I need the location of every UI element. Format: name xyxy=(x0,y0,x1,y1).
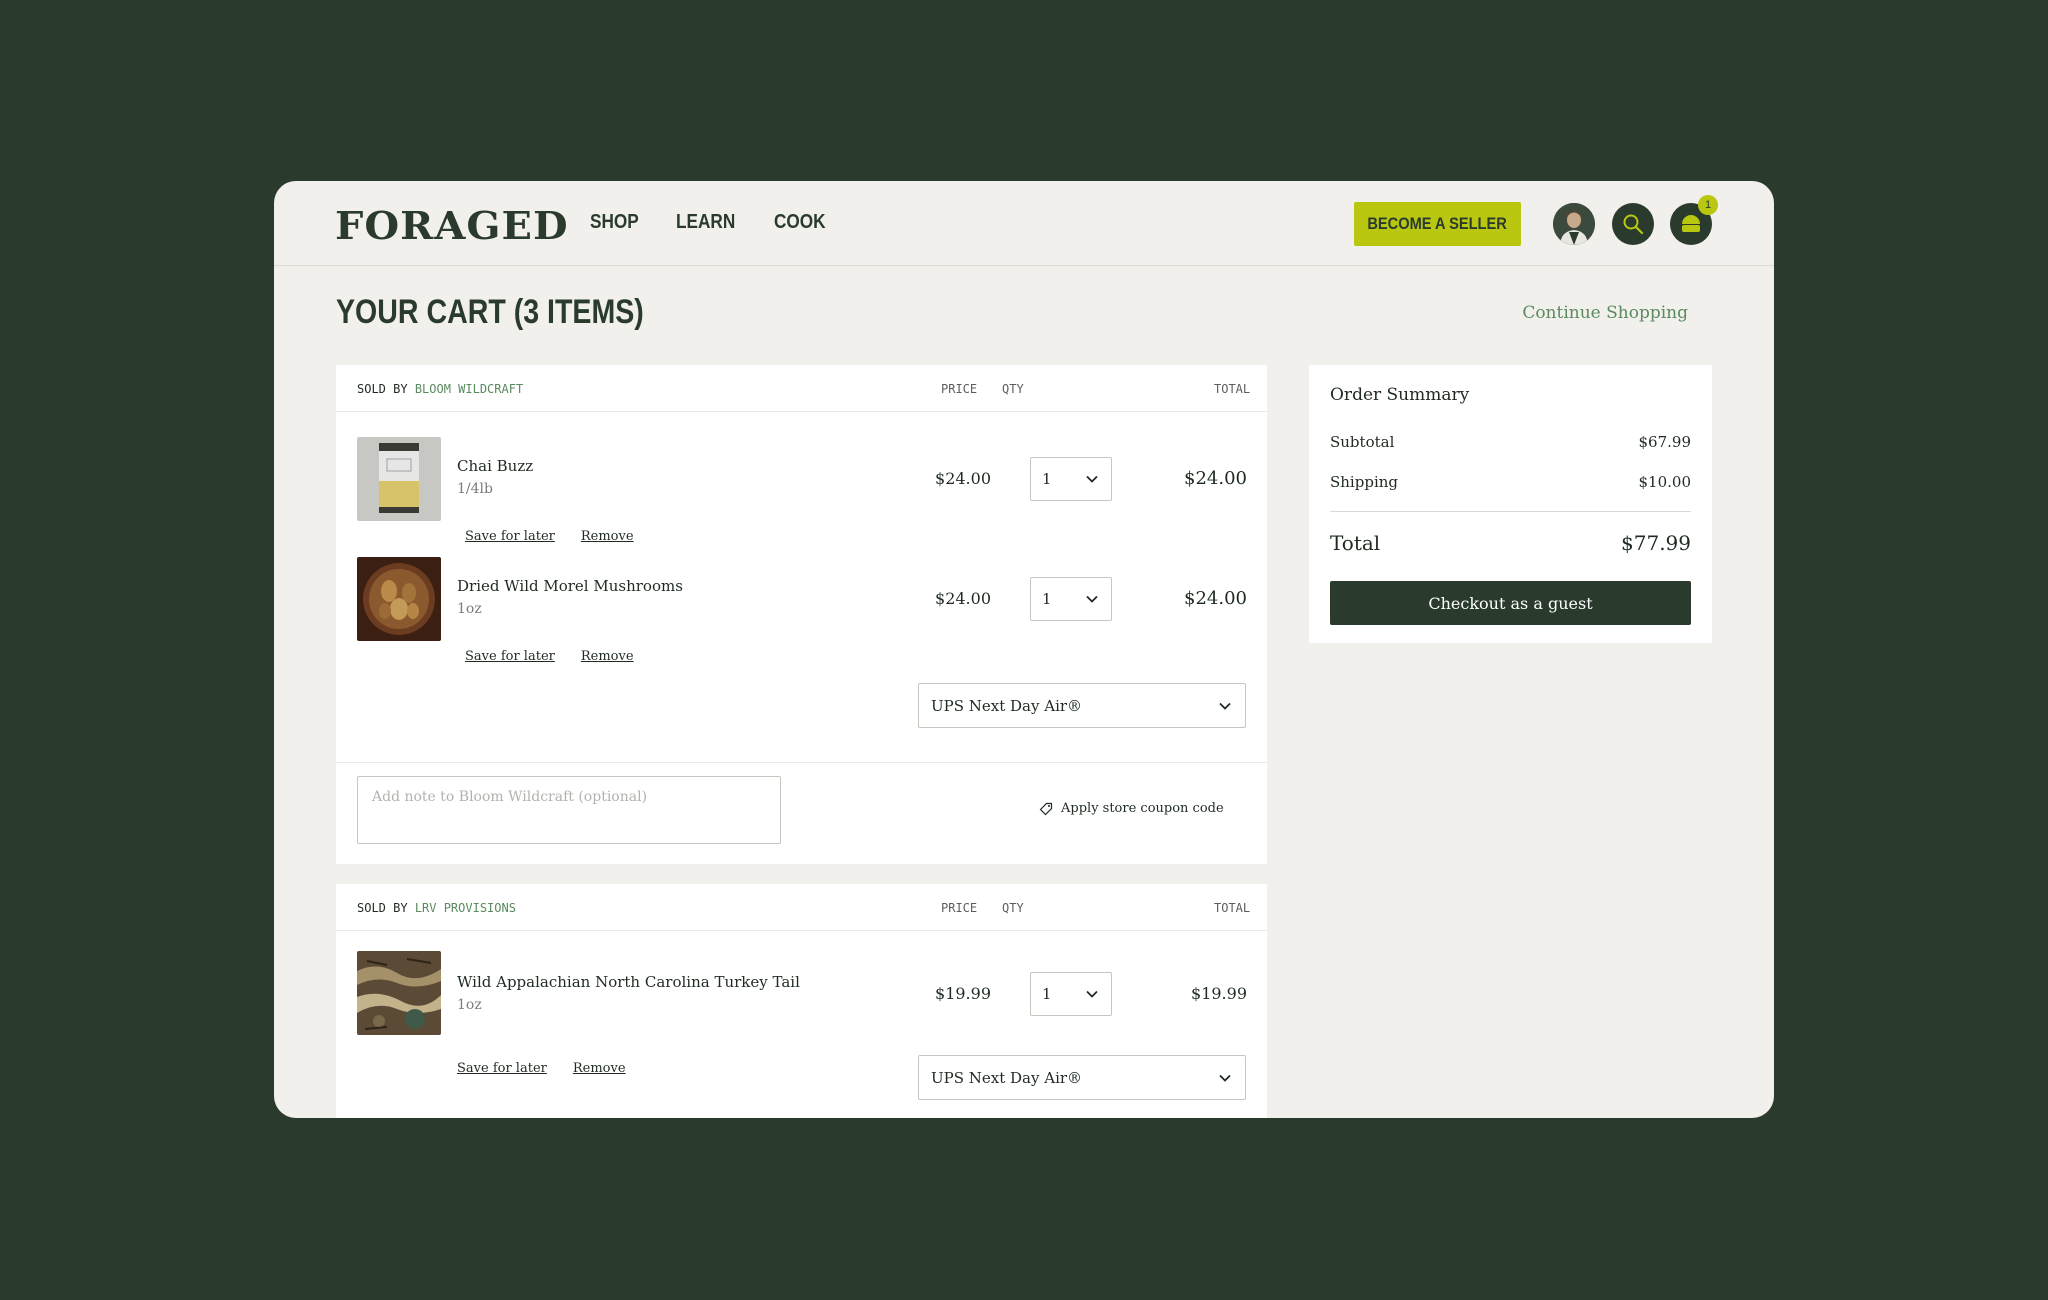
seller-name-link[interactable]: BLOOM WILDCRAFT xyxy=(415,382,523,396)
qty-column-header: QTY xyxy=(1002,382,1024,396)
become-seller-label: BECOME A SELLER xyxy=(1367,214,1508,233)
quantity-select[interactable]: 1 xyxy=(1030,972,1112,1016)
item-total: $24.00 xyxy=(1184,588,1247,609)
chevron-down-icon xyxy=(1086,990,1098,998)
user-avatar[interactable] xyxy=(1553,203,1595,245)
search-icon xyxy=(1623,214,1644,235)
item-variant: 1/4lb xyxy=(457,481,493,497)
chevron-down-icon xyxy=(1086,475,1098,483)
seller-note-field[interactable] xyxy=(357,776,781,844)
cart-count-badge: 1 xyxy=(1698,195,1718,215)
shipping-method-value: UPS Next Day Air® xyxy=(931,696,1083,715)
seller-name-link[interactable]: LRV PROVISIONS xyxy=(415,901,516,915)
item-price: $19.99 xyxy=(935,984,991,1003)
remove-link[interactable]: Remove xyxy=(573,1061,626,1076)
save-for-later-link[interactable]: Save for later xyxy=(465,529,555,544)
checkout-as-guest-button[interactable]: Checkout as a guest xyxy=(1330,581,1691,625)
quantity-value: 1 xyxy=(1042,590,1052,608)
user-photo-icon xyxy=(1553,203,1595,245)
price-column-header: PRICE xyxy=(941,382,978,396)
item-total: $24.00 xyxy=(1184,468,1247,489)
main-nav: SHOP LEARN COOK xyxy=(590,211,834,234)
total-label: Total xyxy=(1330,531,1381,555)
shipping-label: Shipping xyxy=(1330,473,1398,491)
cart-item: Dried Wild Morel Mushrooms 1oz $24.00 1 … xyxy=(336,557,1267,702)
site-header: FORAGED SHOP LEARN COOK BECOME A SELLER xyxy=(274,181,1774,266)
page-title: YOUR CART (3 ITEMS) xyxy=(336,293,644,331)
apply-coupon-label: Apply store coupon code xyxy=(1061,801,1224,816)
item-actions: Save for later Remove xyxy=(465,529,634,544)
turkey-tail-image xyxy=(357,951,441,1035)
save-for-later-link[interactable]: Save for later xyxy=(457,1061,547,1076)
item-actions: Save for later Remove xyxy=(465,649,634,664)
sold-by-label: SOLD BY LRV PROVISIONS xyxy=(357,901,516,915)
order-summary: Order Summary Subtotal $67.99 Shipping $… xyxy=(1309,365,1712,643)
item-price: $24.00 xyxy=(935,589,991,608)
item-actions: Save for later Remove xyxy=(457,1061,626,1076)
product-image-morel-mushrooms[interactable] xyxy=(357,557,441,641)
item-name[interactable]: Wild Appalachian North Carolina Turkey T… xyxy=(457,973,800,991)
shipping-value: $10.00 xyxy=(1638,473,1692,491)
chevron-down-icon xyxy=(1219,1074,1231,1082)
item-total: $19.99 xyxy=(1191,984,1247,1003)
nav-learn[interactable]: LEARN xyxy=(676,211,735,234)
shipping-method-value: UPS Next Day Air® xyxy=(931,1068,1083,1087)
basket-icon xyxy=(1682,215,1700,232)
order-summary-title: Order Summary xyxy=(1330,385,1470,405)
seller-panel-lrv-provisions: SOLD BY LRV PROVISIONS PRICE QTY TOTAL W… xyxy=(336,884,1267,1118)
total-value: $77.99 xyxy=(1621,531,1691,555)
qty-column-header: QTY xyxy=(1002,901,1024,915)
subtotal-value: $67.99 xyxy=(1638,433,1692,451)
quantity-select[interactable]: 1 xyxy=(1030,577,1112,621)
chai-tin-image xyxy=(357,437,441,521)
product-image-turkey-tail[interactable] xyxy=(357,951,441,1035)
shipping-method-select[interactable]: UPS Next Day Air® xyxy=(918,683,1246,728)
remove-link[interactable]: Remove xyxy=(581,649,634,664)
tag-icon xyxy=(1039,802,1053,815)
sold-by-prefix: SOLD BY xyxy=(357,382,408,396)
morel-bowl-image xyxy=(357,557,441,641)
cart-item: Chai Buzz 1/4lb $24.00 1 $24.00 Save for… xyxy=(336,412,1267,557)
shipping-row: Shipping $10.00 xyxy=(1330,473,1691,491)
summary-divider xyxy=(1330,511,1691,512)
search-button[interactable] xyxy=(1612,203,1654,245)
price-column-header: PRICE xyxy=(941,901,978,915)
seller-panel-header: SOLD BY LRV PROVISIONS PRICE QTY TOTAL xyxy=(336,884,1267,931)
remove-link[interactable]: Remove xyxy=(581,529,634,544)
shipping-method-select[interactable]: UPS Next Day Air® xyxy=(918,1055,1246,1100)
apply-coupon-link[interactable]: Apply store coupon code xyxy=(1039,801,1224,816)
product-image-chai-buzz[interactable] xyxy=(357,437,441,521)
item-variant: 1oz xyxy=(457,601,482,617)
seller-panel-header: SOLD BY BLOOM WILDCRAFT PRICE QTY TOTAL xyxy=(336,365,1267,412)
seller-panel-bloom-wildcraft: SOLD BY BLOOM WILDCRAFT PRICE QTY TOTAL … xyxy=(336,365,1267,864)
sold-by-label: SOLD BY BLOOM WILDCRAFT xyxy=(357,382,523,396)
chevron-down-icon xyxy=(1219,702,1231,710)
nav-cook[interactable]: COOK xyxy=(774,211,826,234)
subtotal-label: Subtotal xyxy=(1330,433,1395,451)
item-name[interactable]: Chai Buzz xyxy=(457,457,533,475)
sold-by-prefix: SOLD BY xyxy=(357,901,408,915)
quantity-value: 1 xyxy=(1042,470,1052,488)
foraged-logo[interactable]: FORAGED xyxy=(335,203,569,248)
item-name[interactable]: Dried Wild Morel Mushrooms xyxy=(457,577,683,595)
nav-shop[interactable]: SHOP xyxy=(590,211,639,234)
app-window: FORAGED SHOP LEARN COOK BECOME A SELLER xyxy=(274,181,1774,1118)
continue-shopping-link[interactable]: Continue Shopping xyxy=(1522,303,1688,323)
chevron-down-icon xyxy=(1086,595,1098,603)
item-price: $24.00 xyxy=(935,469,991,488)
quantity-value: 1 xyxy=(1042,985,1052,1003)
item-variant: 1oz xyxy=(457,997,482,1013)
seller-note-row: Apply store coupon code xyxy=(336,762,1267,864)
total-column-header: TOTAL xyxy=(1214,382,1251,396)
save-for-later-link[interactable]: Save for later xyxy=(465,649,555,664)
become-seller-button[interactable]: BECOME A SELLER xyxy=(1354,202,1521,246)
quantity-select[interactable]: 1 xyxy=(1030,457,1112,501)
total-row: Total $77.99 xyxy=(1330,531,1691,555)
subtotal-row: Subtotal $67.99 xyxy=(1330,433,1691,451)
total-column-header: TOTAL xyxy=(1214,901,1251,915)
